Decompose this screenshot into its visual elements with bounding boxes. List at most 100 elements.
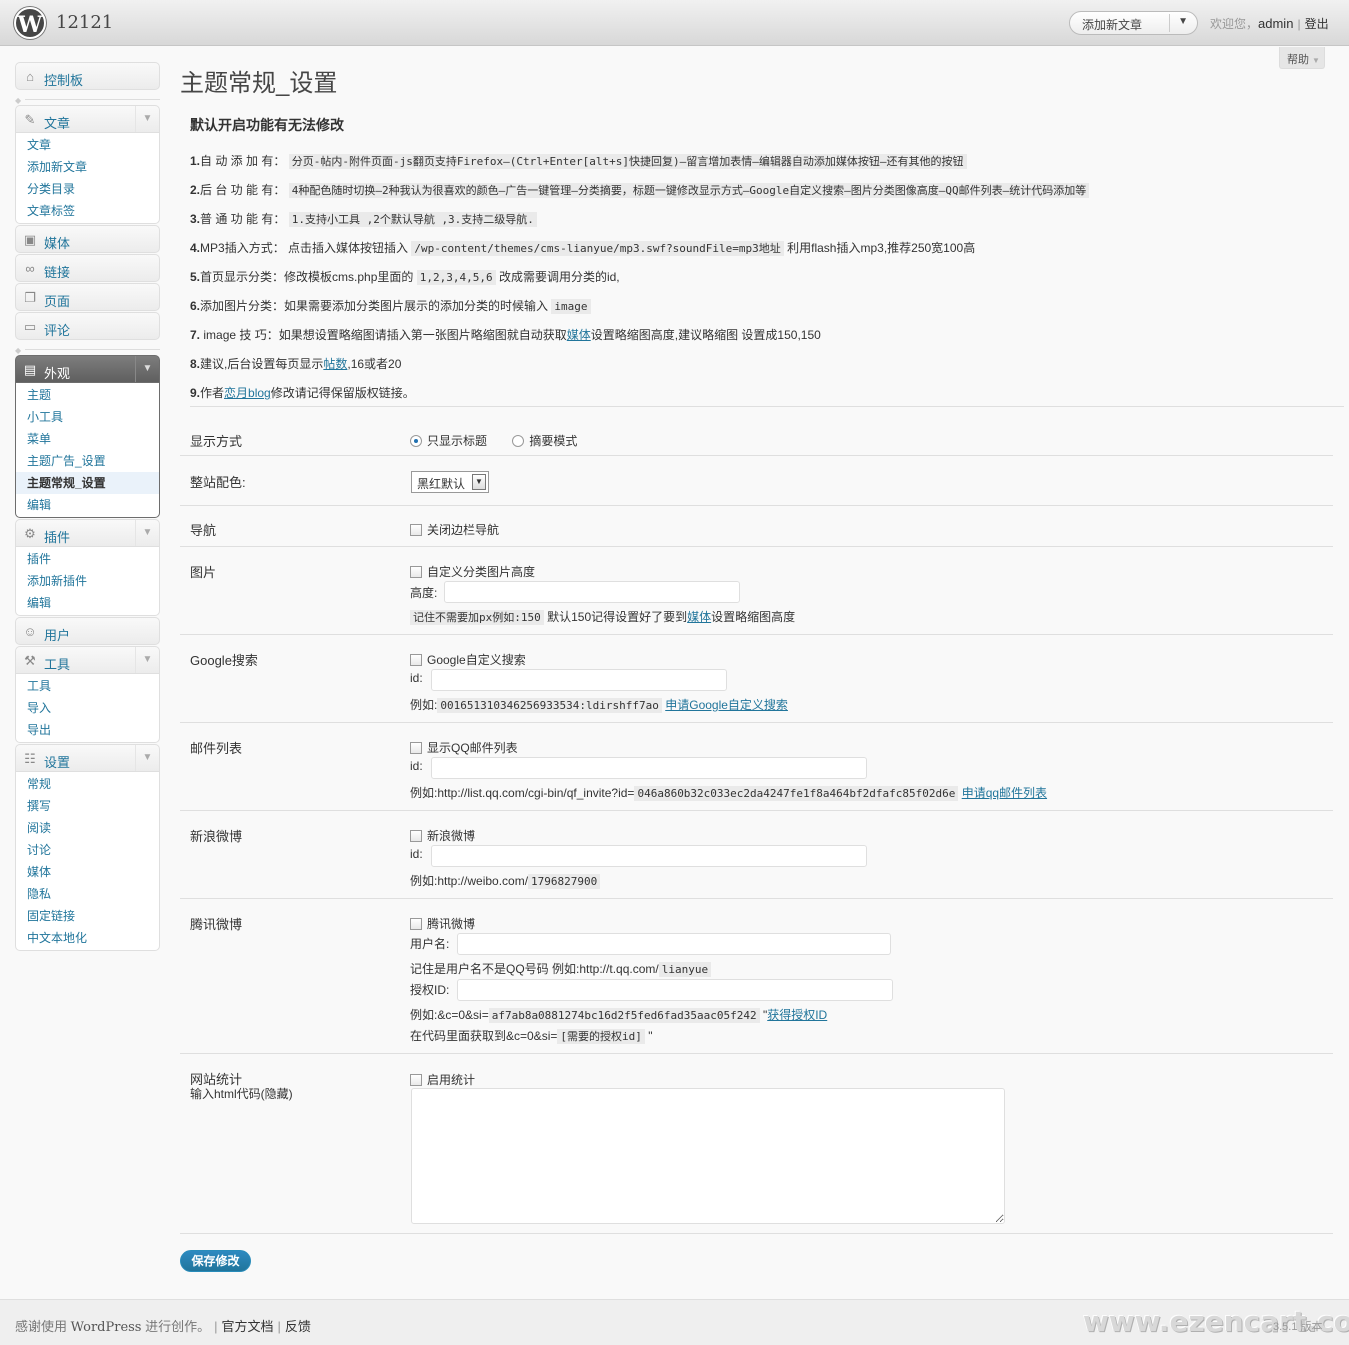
submenu-item[interactable]: 媒体 <box>16 861 159 883</box>
chevron-down-icon[interactable]: ▼ <box>135 647 159 673</box>
menu-label[interactable]: 媒体 <box>44 233 70 252</box>
menu-item-posts[interactable]: ✎ 文章 ▼ <box>15 105 160 133</box>
submenu-item[interactable]: 编辑 <box>16 592 159 614</box>
submenu-item[interactable]: 隐私 <box>16 883 159 905</box>
radio-button[interactable] <box>410 435 422 447</box>
author-blog-link[interactable]: 恋月blog <box>224 386 271 400</box>
google-checkbox-field[interactable]: Google自定义搜索 <box>410 651 526 668</box>
menu-item-settings[interactable]: ☷ 设置 ▼ <box>15 744 160 772</box>
menu-label[interactable]: 页面 <box>44 291 70 310</box>
help-label[interactable]: 帮助 <box>1287 54 1309 66</box>
submenu-item[interactable]: 常规 <box>16 773 159 795</box>
menu-label[interactable]: 工具 <box>44 654 70 673</box>
radio-button[interactable] <box>512 435 525 447</box>
docs-link[interactable]: 官方文档 <box>222 1319 274 1334</box>
menu-separator[interactable]: ◆ <box>15 341 160 355</box>
google-apply-link[interactable]: 申请Google自定义搜索 <box>665 698 788 712</box>
submenu-item[interactable]: 分类目录 <box>16 178 159 200</box>
checkbox[interactable] <box>410 1074 422 1086</box>
submenu-item[interactable]: 讨论 <box>16 839 159 861</box>
tencent-checkbox-field[interactable]: 腾讯微博 <box>410 915 475 932</box>
height-input[interactable] <box>444 581 740 603</box>
menu-item-appearance[interactable]: ▤ 外观 ▼ <box>15 355 160 383</box>
checkbox[interactable] <box>410 566 422 578</box>
submenu-item[interactable]: 导入 <box>16 697 159 719</box>
submenu-item[interactable]: 添加新插件 <box>16 570 159 592</box>
submenu-item[interactable]: 添加新文章 <box>16 156 159 178</box>
menu-item-media[interactable]: ▣ 媒体 <box>15 225 160 253</box>
menu-label[interactable]: 外观 <box>44 363 70 382</box>
submenu-item[interactable]: 导出 <box>16 719 159 741</box>
menu-label[interactable]: 用户 <box>44 625 70 644</box>
menu-item-dashboard[interactable]: ⌂ 控制板 <box>15 62 160 90</box>
submenu-item[interactable]: 文章标签 <box>16 200 159 222</box>
submenu-item[interactable]: 文章 <box>16 134 159 156</box>
username-link[interactable]: admin <box>1258 16 1293 31</box>
stats-checkbox-field[interactable]: 启用统计 <box>410 1071 475 1088</box>
tencent-username-input[interactable] <box>457 933 891 955</box>
site-name[interactable]: 12121 <box>56 12 113 33</box>
posts-per-page-link[interactable]: 帖数 <box>323 357 347 371</box>
menu-item-links[interactable]: ∞ 链接 <box>15 254 160 282</box>
nav-checkbox-field[interactable]: 关闭边栏导航 <box>410 521 499 538</box>
tencent-auth-input[interactable] <box>457 979 893 1001</box>
submenu-item[interactable]: 中文本地化 <box>16 927 159 949</box>
qq-mail-apply-link[interactable]: 申请qq邮件列表 <box>962 786 1047 800</box>
chevron-down-icon[interactable]: ▼ <box>135 356 159 382</box>
menu-item-plugins[interactable]: ⚙ 插件 ▼ <box>15 519 160 547</box>
menu-item-pages[interactable]: ❐ 页面 <box>15 283 160 311</box>
submenu-item[interactable]: 撰写 <box>16 795 159 817</box>
submenu-item[interactable]: 插件 <box>16 548 159 570</box>
help-tab[interactable]: 帮助 ▼ <box>1279 47 1325 69</box>
media-link[interactable]: 媒体 <box>687 610 711 624</box>
feedback-link[interactable]: 反馈 <box>285 1319 311 1334</box>
menu-label[interactable]: 设置 <box>44 752 70 771</box>
submenu-item[interactable]: 固定链接 <box>16 905 159 927</box>
checkbox[interactable] <box>410 918 422 930</box>
chevron-down-icon[interactable]: ▼ <box>135 106 159 132</box>
menu-label[interactable]: 链接 <box>44 262 70 281</box>
mail-checkbox-field[interactable]: 显示QQ邮件列表 <box>410 739 518 756</box>
chevron-down-icon[interactable]: ▼ <box>135 745 159 771</box>
image-checkbox-field[interactable]: 自定义分类图片高度 <box>410 563 535 580</box>
save-button[interactable]: 保存修改 <box>180 1250 251 1272</box>
get-auth-id-link[interactable]: 获得授权ID <box>767 1008 827 1022</box>
menu-label[interactable]: 控制板 <box>44 70 83 89</box>
favorite-actions-dropdown[interactable]: 添加新文章 ▼ <box>1069 11 1198 35</box>
checkbox[interactable] <box>410 830 422 842</box>
chevron-down-icon[interactable]: ▼ <box>135 520 159 546</box>
menu-label[interactable]: 文章 <box>44 113 70 132</box>
submenu-item[interactable]: 主题广告_设置 <box>16 450 159 472</box>
logout-link[interactable]: 登出 <box>1305 17 1329 31</box>
wordpress-link[interactable]: WordPress <box>71 1320 142 1335</box>
wordpress-logo-icon[interactable]: W <box>14 7 46 39</box>
submenu-item[interactable]: 阅读 <box>16 817 159 839</box>
chevron-down-icon[interactable]: ▼ <box>472 474 486 490</box>
submenu-item[interactable]: 菜单 <box>16 428 159 450</box>
checkbox[interactable] <box>410 524 422 536</box>
radio-excerpt[interactable]: 摘要模式 <box>512 434 577 448</box>
checkbox[interactable] <box>410 742 422 754</box>
submenu-item-current[interactable]: 主题常规_设置 <box>16 472 159 494</box>
radio-title-only[interactable]: 只显示标题 <box>410 434 487 448</box>
menu-label[interactable]: 评论 <box>44 320 70 339</box>
color-scheme-select[interactable]: 黑红默认 ▼ <box>411 471 489 493</box>
menu-separator[interactable]: ◆ <box>15 91 160 105</box>
menu-label[interactable]: 插件 <box>44 527 70 546</box>
menu-item-comments[interactable]: ▭ 评论 <box>15 312 160 340</box>
media-link[interactable]: 媒体 <box>567 328 591 342</box>
checkbox[interactable] <box>410 654 422 666</box>
menu-item-users[interactable]: ☺ 用户 <box>15 617 160 645</box>
favorite-action-label[interactable]: 添加新文章 <box>1082 16 1142 33</box>
menu-item-tools[interactable]: ⚒ 工具 ▼ <box>15 646 160 674</box>
submenu-item[interactable]: 主题 <box>16 384 159 406</box>
submenu-item[interactable]: 工具 <box>16 675 159 697</box>
mail-id-input[interactable] <box>431 757 867 779</box>
stats-code-textarea[interactable] <box>411 1088 1005 1224</box>
google-id-input[interactable] <box>431 669 727 691</box>
submenu-item[interactable]: 小工具 <box>16 406 159 428</box>
submenu-item[interactable]: 编辑 <box>16 494 159 516</box>
sina-checkbox-field[interactable]: 新浪微博 <box>410 827 475 844</box>
sina-id-input[interactable] <box>431 845 867 867</box>
chevron-down-icon[interactable]: ▼ <box>1178 16 1188 27</box>
